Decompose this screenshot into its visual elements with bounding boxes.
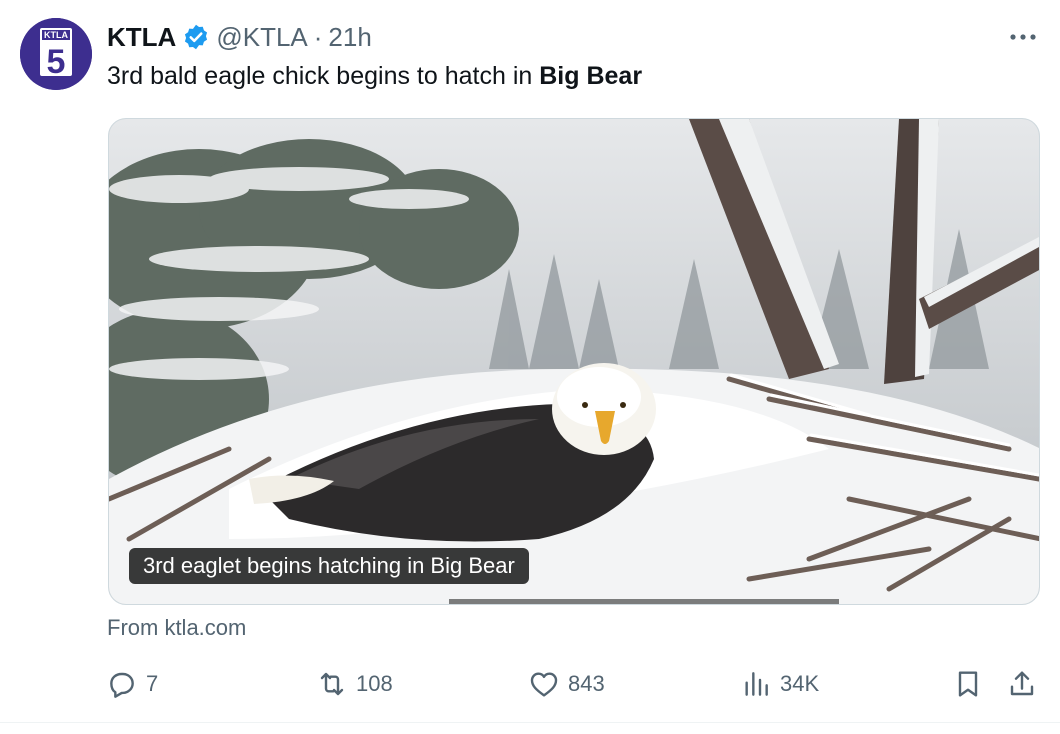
separator-dot: · xyxy=(313,21,323,52)
tweet-text-main: 3rd bald eagle chick begins to hatch in xyxy=(107,62,540,90)
repost-icon xyxy=(320,672,344,696)
action-bar: 7 108 843 34K xyxy=(0,662,1060,706)
author-name[interactable]: KTLA xyxy=(107,22,176,53)
timestamp[interactable]: 21h xyxy=(328,22,371,53)
repost-button[interactable]: 108 xyxy=(316,662,393,706)
tweet-text: 3rd bald eagle chick begins to hatch in … xyxy=(107,62,642,91)
reply-icon xyxy=(110,672,134,698)
like-count: 843 xyxy=(568,671,605,696)
bookmark-button[interactable] xyxy=(952,662,984,706)
reply-count: 7 xyxy=(146,671,159,696)
views-button[interactable]: 34K xyxy=(740,662,819,706)
divider xyxy=(0,722,1060,723)
bookmark-icon xyxy=(958,671,978,697)
eagle-nest-photo xyxy=(109,119,1039,604)
more-icon[interactable] xyxy=(1008,22,1038,52)
link-card-image[interactable] xyxy=(108,118,1040,605)
like-icon xyxy=(530,672,558,697)
tweet-header: KTLA @KTLA · 21h xyxy=(107,20,372,54)
avatar-logo-text: KTLA xyxy=(44,30,68,40)
share-icon xyxy=(1010,671,1034,696)
tweet-text-bold: Big Bear xyxy=(539,62,643,90)
like-button[interactable]: 843 xyxy=(528,662,605,706)
avatar-number: 5 xyxy=(47,43,66,81)
views-icon xyxy=(745,672,768,696)
views-count: 34K xyxy=(780,671,820,696)
reply-button[interactable]: 7 xyxy=(106,662,158,706)
share-button[interactable] xyxy=(1006,662,1038,706)
verified-badge-icon xyxy=(182,23,210,51)
avatar[interactable]: KTLA 5 xyxy=(20,18,92,90)
media-caption: 3rd eaglet begins hatching in Big Bear xyxy=(129,548,529,584)
repost-count: 108 xyxy=(356,671,393,696)
link-source[interactable]: From ktla.com xyxy=(107,615,246,641)
ktla-logo: KTLA 5 xyxy=(20,18,92,90)
author-handle[interactable]: @KTLA xyxy=(216,22,307,53)
